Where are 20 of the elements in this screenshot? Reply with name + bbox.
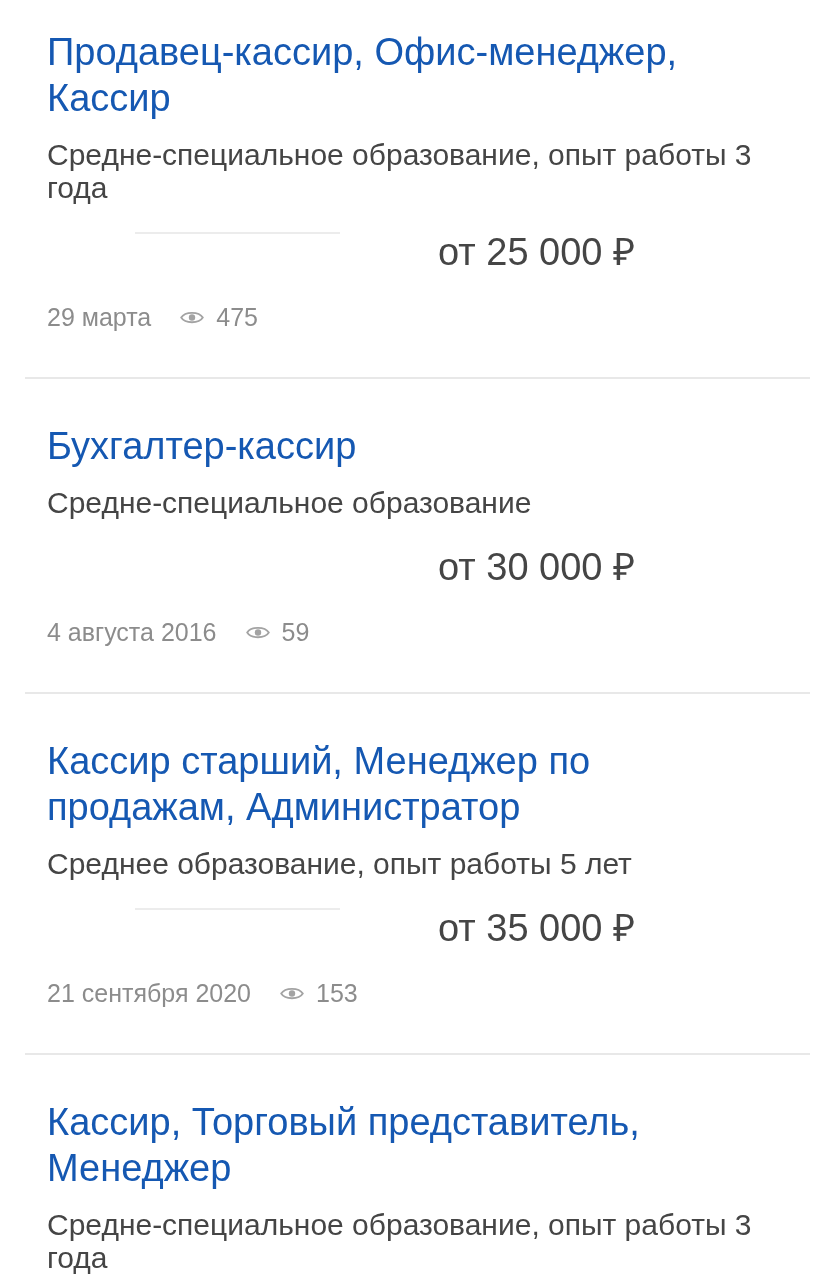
requirements-text: Среднее образование, опыт работы 5 лет	[47, 847, 633, 880]
eye-icon	[245, 624, 270, 640]
requirements-text: Средне-специальное образование, опыт работы 3 года	[47, 138, 753, 204]
vacancy-title-link[interactable]: Продавец-кассир, Офис-менеджер, Кассир	[47, 29, 737, 121]
date-text: 21 сентября 2020	[47, 978, 251, 1009]
salary-text: от 35 000 ₽	[438, 906, 637, 951]
date-text: 29 марта	[47, 302, 152, 333]
views-count: 153	[316, 978, 358, 1009]
views-count: 475	[216, 302, 258, 333]
date-text: 4 августа 2016	[47, 617, 217, 648]
requirements-text: Средне-специальное образование	[47, 486, 533, 519]
salary-text: от 25 000 ₽	[438, 230, 637, 275]
vacancy-title-link[interactable]: Кассир старший, Менеджер по продажам, Администратор	[47, 738, 737, 830]
vacancy-title-link[interactable]: Кассир, Торговый представитель, Менеджер	[47, 1099, 737, 1191]
vacancy-title-link[interactable]: Бухгалтер-кассир	[47, 423, 737, 469]
salary-text: от 30 000 ₽	[438, 545, 637, 590]
eye-icon	[180, 309, 205, 325]
eye-icon	[280, 985, 304, 1001]
views-count: 59	[281, 617, 310, 648]
requirements-text: Средне-специальное образование, опыт работы 3 года	[47, 1208, 753, 1274]
